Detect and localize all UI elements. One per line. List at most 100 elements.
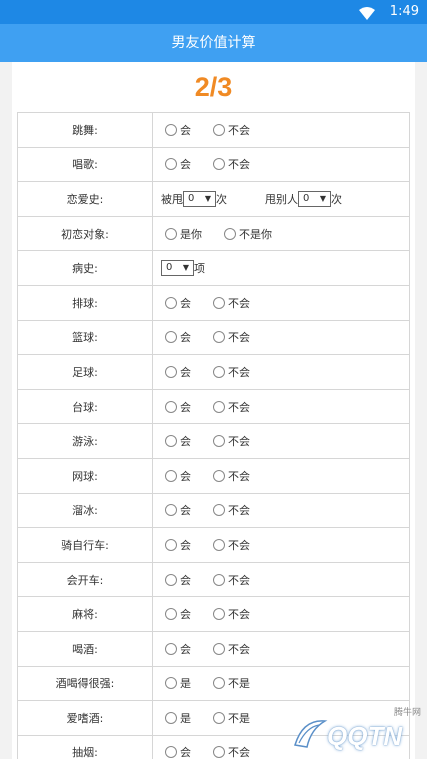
radio-label: 会 xyxy=(180,469,191,483)
radio-option[interactable]: 会 xyxy=(165,502,191,518)
radio-label: 不会 xyxy=(228,365,250,379)
radio-button[interactable] xyxy=(213,296,225,309)
radio-button[interactable] xyxy=(165,642,177,655)
radio-button[interactable] xyxy=(165,573,177,586)
radio-option[interactable]: 会 xyxy=(165,329,191,345)
inline-label: 甩别人 xyxy=(265,192,298,206)
radio-button[interactable] xyxy=(213,608,225,621)
question-table: 跳舞: 会不会 唱歌: 会不会 恋爱史: 被甩 0 ▼ 次甩别人 0 ▼ 次初恋对象: 是你 不是你 病史:… xyxy=(17,112,410,759)
radio-button[interactable] xyxy=(213,331,225,344)
radio-option[interactable]: 会 xyxy=(165,364,191,380)
radio-option[interactable]: 会 xyxy=(165,606,191,622)
radio-label: 不会 xyxy=(228,400,250,414)
radio-button[interactable] xyxy=(165,677,177,690)
count-select[interactable]: 0 ▼ xyxy=(161,260,194,277)
radio-option[interactable]: 会 xyxy=(165,295,191,311)
row-label: 麻将: xyxy=(17,596,153,632)
radio-button[interactable] xyxy=(213,677,225,690)
radio-option[interactable]: 是你 xyxy=(165,226,202,242)
form-row: 溜冰: 会 不会 xyxy=(17,492,410,529)
radio-label: 不会 xyxy=(228,642,250,656)
radio-option[interactable]: 不会 xyxy=(213,468,250,484)
radio-button[interactable] xyxy=(165,331,177,344)
radio-option[interactable]: 是 xyxy=(165,710,191,726)
form-row: 会开车: 会 不会 xyxy=(17,561,410,598)
radio-option[interactable]: 是 xyxy=(165,675,191,691)
radio-label: 不是你 xyxy=(239,227,272,241)
radio-option[interactable]: 会 xyxy=(165,744,191,759)
radio-button[interactable] xyxy=(213,642,225,655)
dropdown-arrow-icon: ▼ xyxy=(182,263,189,273)
radio-button[interactable] xyxy=(165,123,177,136)
radio-option[interactable]: 不会 xyxy=(213,433,250,449)
radio-option[interactable]: 会 xyxy=(165,156,191,172)
wifi-icon xyxy=(359,5,375,24)
radio-button[interactable] xyxy=(165,608,177,621)
radio-button[interactable] xyxy=(213,365,225,378)
radio-option[interactable]: 不会 xyxy=(213,156,250,172)
row-options: 会 不会 xyxy=(152,284,410,321)
radio-label: 会 xyxy=(180,365,191,379)
form-row: 台球: 会 不会 xyxy=(17,388,410,425)
form-row: 病史: 0 ▼ 项 xyxy=(17,250,410,286)
radio-button[interactable] xyxy=(213,469,225,482)
radio-option[interactable]: 不会 xyxy=(213,295,250,311)
radio-option[interactable]: 不会 xyxy=(213,329,250,345)
radio-button[interactable] xyxy=(165,400,177,413)
form-card: 2/3 跳舞: 会不会 唱歌: 会不会 恋爱史: 被甩 0 ▼ 次甩别人 0 ▼ 次初恋对象: 是你 不是… xyxy=(12,62,415,759)
radio-button[interactable] xyxy=(165,538,177,551)
form-row: 酒喝得很强: 是 不是 xyxy=(17,665,410,702)
radio-button[interactable] xyxy=(165,711,177,724)
radio-button[interactable] xyxy=(165,296,177,309)
radio-option[interactable]: 不会 xyxy=(213,606,250,622)
row-options: 会 不会 xyxy=(152,630,410,667)
radio-button[interactable] xyxy=(165,365,177,378)
radio-button[interactable] xyxy=(213,538,225,551)
radio-option[interactable]: 不会 xyxy=(213,399,250,415)
radio-label: 不会 xyxy=(228,435,250,449)
radio-button[interactable] xyxy=(213,504,225,517)
radio-option[interactable]: 不会 xyxy=(213,364,250,380)
row-label: 台球: xyxy=(17,388,153,425)
radio-option[interactable]: 不是 xyxy=(213,675,250,691)
radio-option[interactable]: 会 xyxy=(165,468,191,484)
radio-option[interactable]: 会 xyxy=(165,433,191,449)
radio-option[interactable]: 会 xyxy=(165,122,191,138)
radio-option[interactable]: 不会 xyxy=(213,572,250,588)
radio-option[interactable]: 不会 xyxy=(213,122,250,138)
count-select[interactable]: 0 ▼ xyxy=(183,190,216,207)
radio-label: 会 xyxy=(180,746,191,759)
radio-option[interactable]: 不会 xyxy=(213,641,250,657)
radio-button[interactable] xyxy=(224,227,236,240)
radio-button[interactable] xyxy=(165,504,177,517)
radio-button[interactable] xyxy=(213,435,225,448)
radio-option[interactable]: 会 xyxy=(165,572,191,588)
row-label: 跳舞: xyxy=(17,112,153,148)
row-options: 是你 不是你 xyxy=(152,215,410,252)
row-label: 篮球: xyxy=(17,319,153,356)
radio-button[interactable] xyxy=(165,469,177,482)
form-row: 喝酒: 会 不会 xyxy=(17,630,410,667)
radio-button[interactable] xyxy=(165,435,177,448)
radio-button[interactable] xyxy=(213,711,225,724)
radio-button[interactable] xyxy=(213,123,225,136)
count-select[interactable]: 0 ▼ xyxy=(298,190,331,207)
radio-button[interactable] xyxy=(165,227,177,240)
radio-option[interactable]: 会 xyxy=(165,641,191,657)
radio-option[interactable]: 不是 xyxy=(213,710,250,726)
radio-option[interactable]: 不会 xyxy=(213,744,250,759)
radio-button[interactable] xyxy=(213,573,225,586)
radio-option[interactable]: 不会 xyxy=(213,502,250,518)
radio-option[interactable]: 会 xyxy=(165,399,191,415)
radio-button[interactable] xyxy=(165,158,177,171)
radio-button[interactable] xyxy=(213,158,225,171)
radio-button[interactable] xyxy=(165,746,177,759)
radio-label: 是 xyxy=(180,711,191,725)
radio-label: 会 xyxy=(180,123,191,137)
radio-option[interactable]: 不会 xyxy=(213,537,250,553)
radio-option[interactable]: 会 xyxy=(165,537,191,553)
radio-button[interactable] xyxy=(213,400,225,413)
radio-option[interactable]: 不是你 xyxy=(224,226,272,242)
radio-button[interactable] xyxy=(213,746,225,759)
row-options: 0 ▼ 项 xyxy=(152,250,410,286)
